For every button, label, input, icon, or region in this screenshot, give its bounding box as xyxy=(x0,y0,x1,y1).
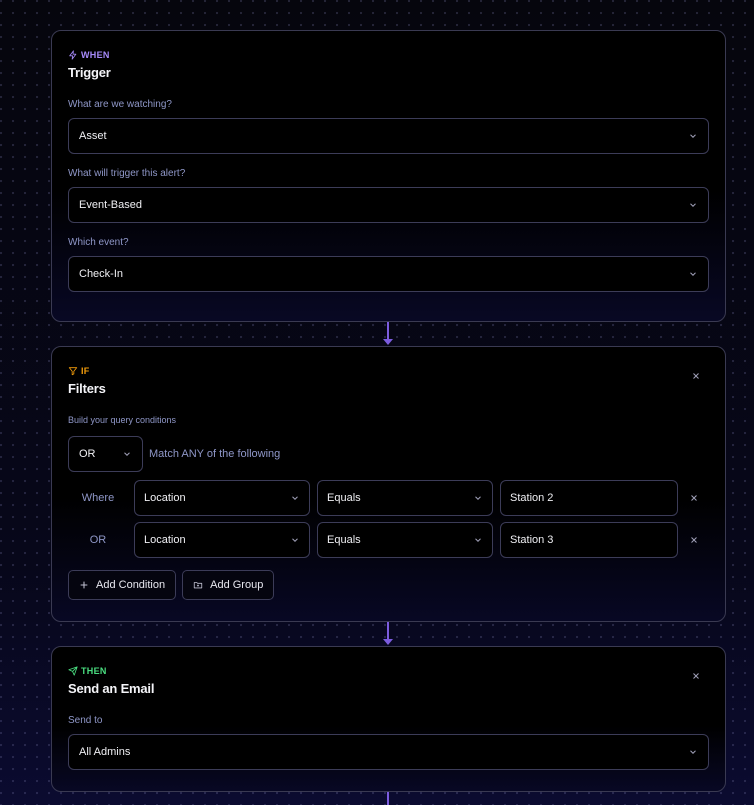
condition-row: Where Location Equals Station 2 xyxy=(68,480,709,516)
chevron-down-icon xyxy=(690,203,696,207)
chevron-down-icon xyxy=(475,538,481,542)
filters-subtitle: Build your query conditions xyxy=(68,415,177,425)
close-icon[interactable] xyxy=(691,371,701,381)
then-label: THEN xyxy=(81,666,107,676)
add-condition-button[interactable]: Add Condition xyxy=(68,570,177,600)
if-label: IF xyxy=(81,366,90,376)
watching-value: Asset xyxy=(79,130,107,142)
event-select[interactable]: Check-In xyxy=(68,256,709,292)
plus-icon xyxy=(80,581,88,589)
chevron-down-icon xyxy=(690,272,696,276)
condition-value-input[interactable]: Station 2 xyxy=(500,480,678,516)
condition-operator-select[interactable]: Equals xyxy=(317,522,493,558)
chevron-down-icon xyxy=(124,452,130,456)
condition-field-select[interactable]: Location xyxy=(134,480,310,516)
connector-arrow xyxy=(383,339,393,345)
send-to-label: Send to xyxy=(68,715,103,726)
send-icon xyxy=(68,666,78,676)
condition-value-input[interactable]: Station 3 xyxy=(500,522,678,558)
condition-prefix: Where xyxy=(81,492,115,504)
folder-plus-icon xyxy=(193,582,203,589)
watching-label: What are we watching? xyxy=(68,99,172,110)
chevron-down-icon xyxy=(292,496,298,500)
condition-value-text: Station 2 xyxy=(510,492,554,504)
match-text: Match ANY of the following xyxy=(149,448,281,460)
remove-condition-icon[interactable] xyxy=(689,493,699,503)
logic-value: OR xyxy=(79,448,96,460)
condition-field-select[interactable]: Location xyxy=(134,522,310,558)
if-badge: IF xyxy=(68,365,709,377)
condition-field-value: Location xyxy=(144,534,186,546)
logic-select[interactable]: OR xyxy=(68,436,143,472)
trigger-type-value: Event-Based xyxy=(79,199,142,211)
when-badge: WHEN xyxy=(68,49,709,61)
trigger-type-label: What will trigger this alert? xyxy=(68,168,186,179)
then-badge: THEN xyxy=(68,665,709,677)
condition-value-text: Station 3 xyxy=(510,534,554,546)
event-value: Check-In xyxy=(79,268,124,280)
connector-line xyxy=(387,792,389,805)
condition-field-value: Location xyxy=(144,492,186,504)
add-group-label: Add Group xyxy=(210,579,264,591)
trigger-title: Trigger xyxy=(68,65,111,80)
chevron-down-icon xyxy=(475,496,481,500)
add-group-button[interactable]: Add Group xyxy=(182,570,275,600)
trigger-type-select[interactable]: Event-Based xyxy=(68,187,709,223)
filters-card: IF Filters Build your query conditions O… xyxy=(51,346,726,622)
connector-line xyxy=(387,322,389,340)
add-condition-label: Add Condition xyxy=(96,579,166,591)
filter-actions: Add Condition Add Group xyxy=(68,570,709,600)
chevron-down-icon xyxy=(690,750,696,754)
condition-row: OR Location Equals Station 3 xyxy=(68,522,709,558)
send-to-select[interactable]: All Admins xyxy=(68,734,709,770)
connector-arrow xyxy=(383,639,393,645)
zap-icon xyxy=(69,50,77,60)
send-to-value: All Admins xyxy=(79,746,131,758)
filter-icon xyxy=(68,367,78,376)
chevron-down-icon xyxy=(690,134,696,138)
condition-operator-value: Equals xyxy=(327,492,361,504)
action-title: Send an Email xyxy=(68,681,155,696)
condition-prefix: OR xyxy=(89,534,107,546)
connector-line xyxy=(387,622,389,640)
filters-title: Filters xyxy=(68,381,106,396)
event-label: Which event? xyxy=(68,237,129,248)
watching-select[interactable]: Asset xyxy=(68,118,709,154)
condition-operator-select[interactable]: Equals xyxy=(317,480,493,516)
close-icon[interactable] xyxy=(691,671,701,681)
chevron-down-icon xyxy=(292,538,298,542)
logic-row: OR Match ANY of the following xyxy=(68,436,709,472)
remove-condition-icon[interactable] xyxy=(689,535,699,545)
action-card: THEN Send an Email Send to All Admins xyxy=(51,646,726,792)
condition-operator-value: Equals xyxy=(327,534,361,546)
trigger-card: WHEN Trigger What are we watching? Asset… xyxy=(51,30,726,322)
when-label: WHEN xyxy=(81,50,110,60)
